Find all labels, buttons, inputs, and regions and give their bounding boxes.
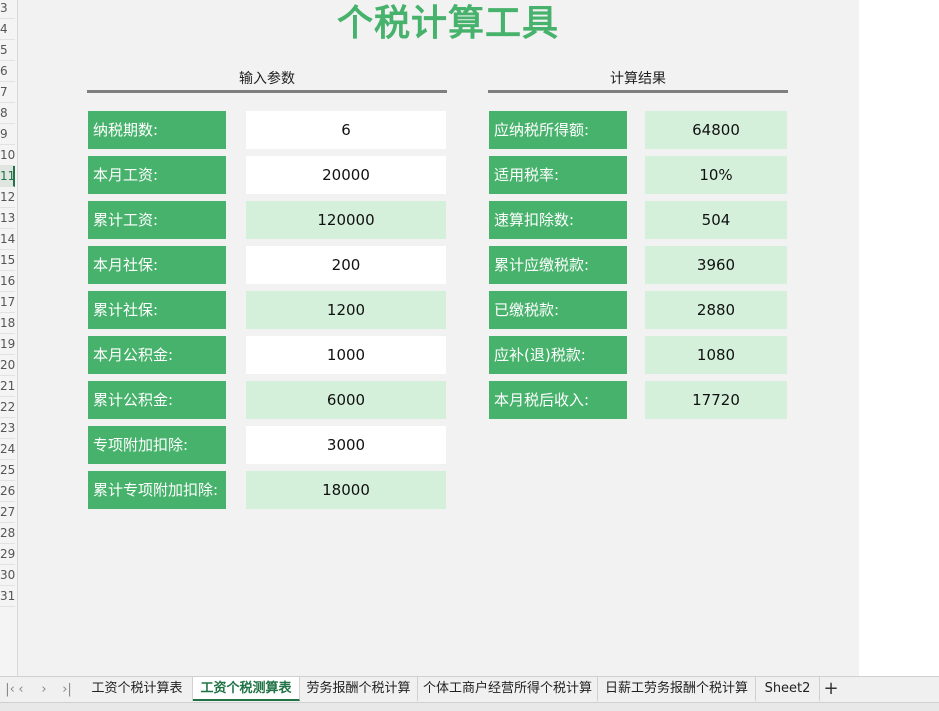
- result-value-cell[interactable]: 17720: [645, 381, 787, 419]
- sheet-tab[interactable]: 劳务报酬个税计算: [300, 677, 418, 701]
- row-number[interactable]: 26: [0, 481, 15, 502]
- row-number[interactable]: 28: [0, 523, 15, 544]
- sheet-tab[interactable]: 工资个税测算表: [193, 677, 300, 701]
- row-number[interactable]: 9: [0, 124, 15, 145]
- input-label: 本月社保:: [88, 246, 226, 284]
- row-number[interactable]: 10: [0, 145, 15, 166]
- row-number[interactable]: 25: [0, 460, 15, 481]
- result-value-cell[interactable]: 504: [645, 201, 787, 239]
- input-label: 累计专项附加扣除:: [88, 471, 226, 509]
- input-value-cell[interactable]: 3000: [246, 426, 446, 464]
- row-number[interactable]: 15: [0, 250, 15, 271]
- input-label: 累计社保:: [88, 291, 226, 329]
- row-number[interactable]: 3: [0, 0, 15, 19]
- result-label: 本月税后收入:: [489, 381, 627, 419]
- input-section-heading: 输入参数: [87, 68, 447, 93]
- row-header[interactable]: 3 4 5 6 7 8 9 10 11 12 13 14 15 16 17 18 19 20 21 22 23 24 25 2…: [0, 0, 18, 676]
- row-number[interactable]: 24: [0, 439, 15, 460]
- row-number[interactable]: 4: [0, 19, 15, 40]
- result-value-cell[interactable]: 64800: [645, 111, 787, 149]
- row-number[interactable]: 7: [0, 82, 15, 103]
- result-value-cell[interactable]: 10%: [645, 156, 787, 194]
- computed-value-cell[interactable]: 1200: [246, 291, 446, 329]
- row-number[interactable]: 17: [0, 292, 15, 313]
- row-number[interactable]: 20: [0, 355, 15, 376]
- row-number[interactable]: 13: [0, 208, 15, 229]
- row-number[interactable]: 12: [0, 187, 15, 208]
- row-number[interactable]: 21: [0, 376, 15, 397]
- input-label: 纳税期数:: [88, 111, 226, 149]
- result-label: 已缴税款:: [489, 291, 627, 329]
- row-number[interactable]: 23: [0, 418, 15, 439]
- row-number[interactable]: 30: [0, 565, 15, 586]
- result-value-cell[interactable]: 1080: [645, 336, 787, 374]
- row-number[interactable]: 29: [0, 544, 15, 565]
- result-label: 速算扣除数:: [489, 201, 627, 239]
- add-sheet-button[interactable]: +: [822, 677, 840, 701]
- result-label: 适用税率:: [489, 156, 627, 194]
- result-label: 累计应缴税款:: [489, 246, 627, 284]
- sheet-tab[interactable]: 个体工商户经营所得个税计算: [418, 677, 598, 701]
- sheet-tab[interactable]: 日薪工劳务报酬个税计算: [598, 677, 756, 701]
- input-value-cell[interactable]: 20000: [246, 156, 446, 194]
- row-number[interactable]: 18: [0, 313, 15, 334]
- computed-value-cell[interactable]: 6000: [246, 381, 446, 419]
- input-label: 累计工资:: [88, 201, 226, 239]
- input-label: 累计公积金:: [88, 381, 226, 419]
- prev-sheet-button[interactable]: ‹: [11, 680, 31, 700]
- next-sheet-button[interactable]: ›: [34, 680, 54, 700]
- row-number[interactable]: 27: [0, 502, 15, 523]
- row-number[interactable]: 14: [0, 229, 15, 250]
- input-label: 本月工资:: [88, 156, 226, 194]
- row-number[interactable]: 6: [0, 61, 15, 82]
- result-label: 应纳税所得额:: [489, 111, 627, 149]
- result-label: 应补(退)税款:: [489, 336, 627, 374]
- row-number[interactable]: 16: [0, 271, 15, 292]
- input-label: 本月公积金:: [88, 336, 226, 374]
- sheet-tab[interactable]: 工资个税计算表: [82, 677, 193, 701]
- input-value-cell[interactable]: 200: [246, 246, 446, 284]
- worksheet: 个税计算工具 输入参数 计算结果 纳税期数: 6 本月工资: 20000 累计工资: 12…: [18, 0, 859, 676]
- input-value-cell[interactable]: 6: [246, 111, 446, 149]
- row-number[interactable]: 31: [0, 586, 15, 607]
- last-sheet-button[interactable]: ›|: [57, 680, 77, 700]
- row-number[interactable]: 8: [0, 103, 15, 124]
- row-number[interactable]: 5: [0, 40, 15, 61]
- sheet-tab[interactable]: Sheet2: [756, 677, 820, 701]
- sheet-tab-bar: |‹ ‹ › ›| 工资个税计算表 工资个税测算表 劳务报酬个税计算 个体工商户经营所…: [0, 676, 939, 702]
- computed-value-cell[interactable]: 18000: [246, 471, 446, 509]
- result-section-heading: 计算结果: [488, 68, 788, 93]
- result-value-cell[interactable]: 2880: [645, 291, 787, 329]
- result-value-cell[interactable]: 3960: [645, 246, 787, 284]
- row-number[interactable]: 19: [0, 334, 15, 355]
- row-number[interactable]: 11: [0, 166, 15, 187]
- input-label: 专项附加扣除:: [88, 426, 226, 464]
- row-number[interactable]: 22: [0, 397, 15, 418]
- computed-value-cell[interactable]: 120000: [246, 201, 446, 239]
- input-value-cell[interactable]: 1000: [246, 336, 446, 374]
- sheet-title: 个税计算工具: [336, 3, 559, 44]
